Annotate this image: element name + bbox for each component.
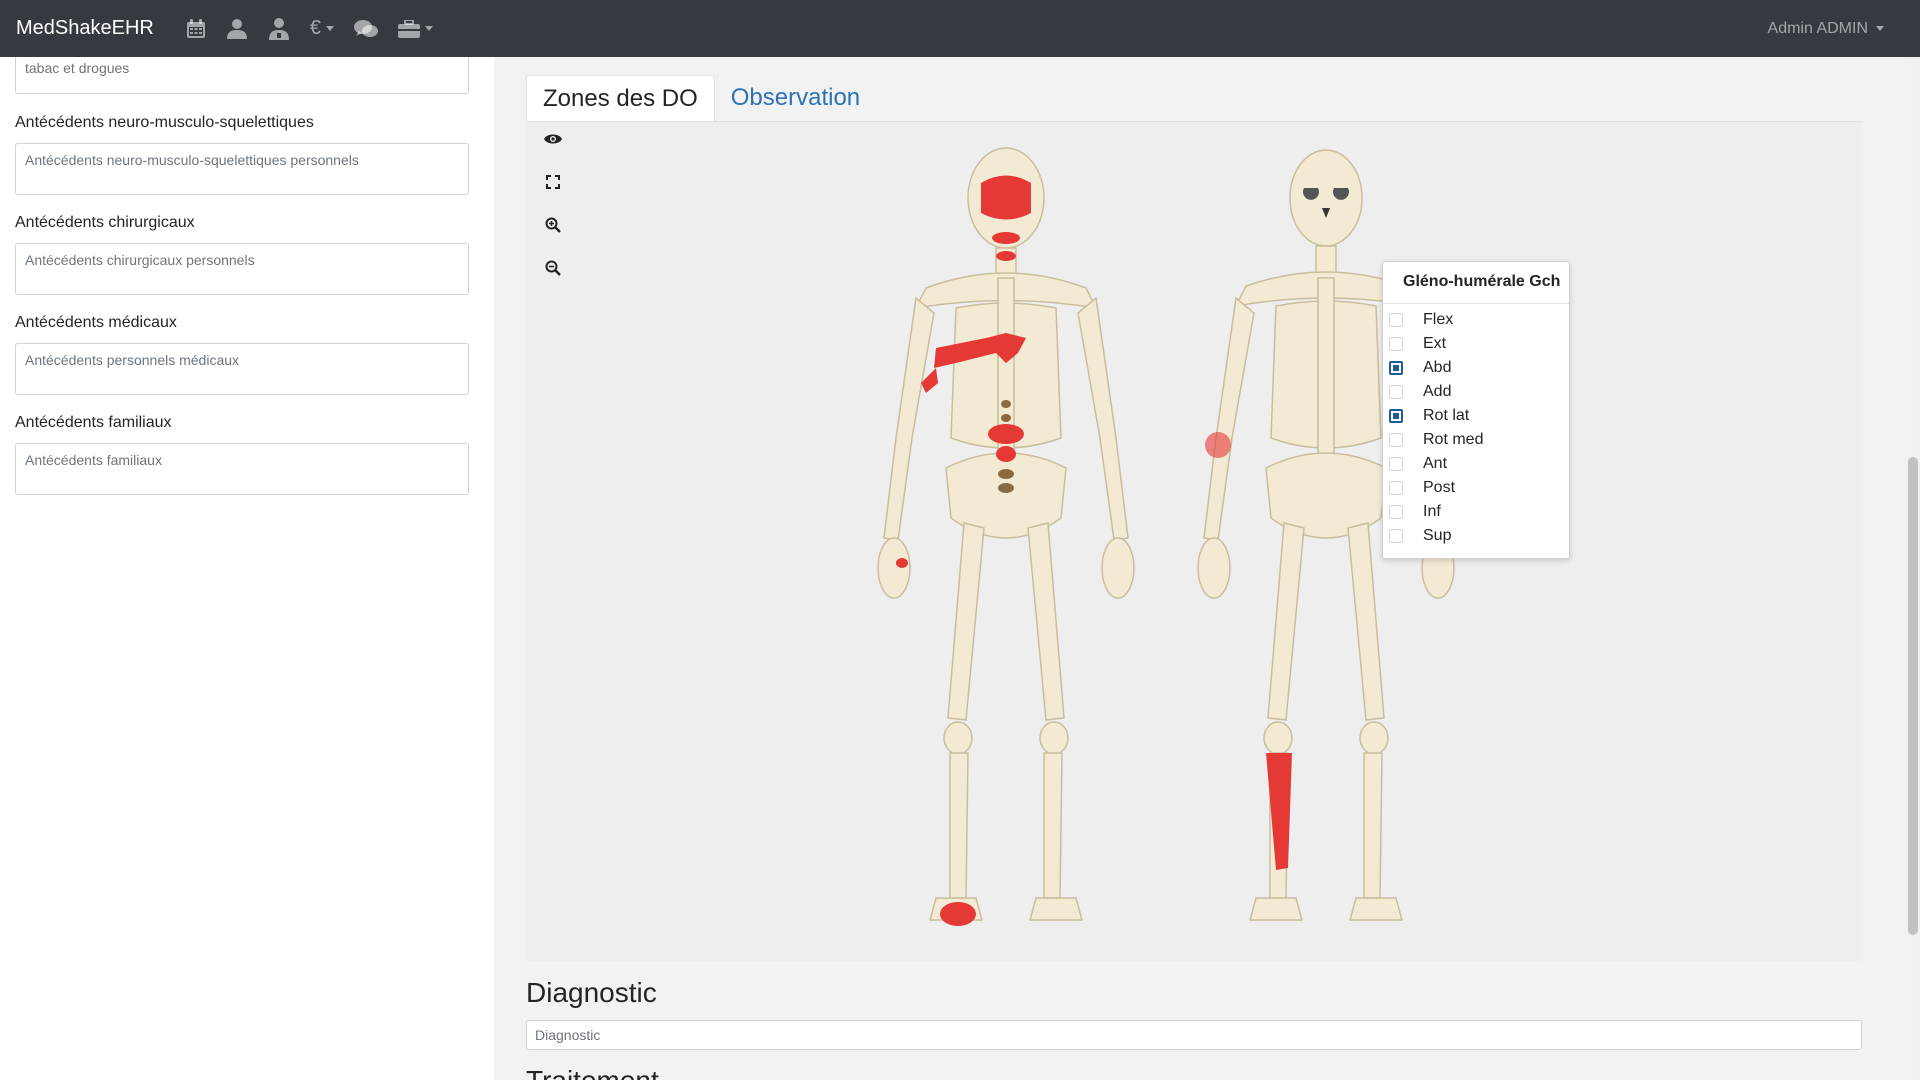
toolbox-icon[interactable] bbox=[397, 19, 433, 38]
field-label-neuro: Antécédents neuro-musculo-squelettiques bbox=[15, 114, 314, 131]
left-form-panel: tabac et drogues Antécédents neuro-muscu… bbox=[0, 57, 494, 1080]
checkbox[interactable] bbox=[1389, 481, 1403, 495]
scrollbar-thumb[interactable] bbox=[1908, 457, 1918, 935]
chevron-down-icon bbox=[325, 26, 334, 31]
option-label: Rot med bbox=[1423, 431, 1484, 448]
chirurgicaux-placeholder: Antécédents chirurgicaux personnels bbox=[25, 252, 255, 268]
option-label: Abd bbox=[1423, 359, 1452, 376]
checkbox-checked[interactable] bbox=[1389, 409, 1403, 423]
checkbox[interactable] bbox=[1389, 385, 1403, 399]
zoom-out-icon[interactable] bbox=[542, 257, 564, 279]
checkbox[interactable] bbox=[1389, 529, 1403, 543]
checkbox[interactable] bbox=[1389, 433, 1403, 447]
familiaux-textarea[interactable]: Antécédents familiaux bbox=[15, 443, 469, 495]
option-label: Flex bbox=[1423, 311, 1454, 328]
option-label: Sup bbox=[1423, 527, 1452, 544]
joint-movement-popup: Gléno-humérale Gch Flex Ext Abd Add Rot … bbox=[1382, 261, 1570, 559]
main-content: Zones des DO Observation Gléno-humérale … bbox=[494, 57, 1906, 1080]
zoom-in-icon[interactable] bbox=[542, 214, 564, 236]
top-navbar: MedShakeEHR € Admin ADMIN bbox=[0, 0, 1920, 57]
euro-symbol: € bbox=[309, 17, 321, 39]
neuro-textarea[interactable]: Antécédents neuro-musculo-squelettiques … bbox=[15, 143, 469, 195]
option-label: Add bbox=[1423, 383, 1452, 400]
familiaux-placeholder: Antécédents familiaux bbox=[25, 452, 162, 468]
medicaux-textarea[interactable]: Antécédents personnels médicaux bbox=[15, 343, 469, 395]
diagnostic-title: Diagnostic bbox=[526, 977, 657, 1008]
field-label-medicaux: Antécédents médicaux bbox=[15, 314, 177, 331]
popup-title: Gléno-humérale Gch bbox=[1383, 262, 1569, 304]
checkbox[interactable] bbox=[1389, 313, 1403, 327]
option-ant[interactable]: Ant bbox=[1389, 453, 1447, 475]
chirurgicaux-textarea[interactable]: Antécédents chirurgicaux personnels bbox=[15, 243, 469, 295]
option-add[interactable]: Add bbox=[1389, 381, 1451, 403]
brand-link[interactable]: MedShakeEHR bbox=[16, 17, 154, 40]
option-label: Inf bbox=[1423, 503, 1441, 520]
option-label: Ant bbox=[1423, 455, 1448, 472]
checkbox-checked[interactable] bbox=[1389, 361, 1403, 375]
calendar-icon[interactable] bbox=[186, 18, 206, 39]
body-diagram-panel: Gléno-humérale Gch Flex Ext Abd Add Rot … bbox=[526, 121, 1862, 961]
option-rot-med[interactable]: Rot med bbox=[1389, 429, 1483, 451]
euro-icon[interactable]: € bbox=[310, 17, 334, 40]
fullscreen-icon[interactable] bbox=[542, 171, 564, 193]
user-icon[interactable] bbox=[226, 18, 248, 39]
checkbox[interactable] bbox=[1389, 457, 1403, 471]
page-scrollbar[interactable] bbox=[1906, 57, 1920, 1080]
tab-bar: Zones des DO Observation bbox=[526, 75, 876, 121]
field-label-chirurgicaux: Antécédents chirurgicaux bbox=[15, 214, 195, 231]
option-ext[interactable]: Ext bbox=[1389, 333, 1446, 355]
checkbox[interactable] bbox=[1389, 337, 1403, 351]
doctor-icon[interactable] bbox=[268, 17, 290, 40]
option-label: Rot lat bbox=[1423, 407, 1470, 424]
user-name: Admin ADMIN bbox=[1767, 19, 1868, 37]
chevron-down-icon bbox=[1876, 26, 1884, 31]
user-menu[interactable]: Admin ADMIN bbox=[1768, 0, 1884, 57]
option-abd[interactable]: Abd bbox=[1389, 357, 1451, 379]
checkbox[interactable] bbox=[1389, 505, 1403, 519]
option-rot-lat[interactable]: Rot lat bbox=[1389, 405, 1469, 427]
option-post[interactable]: Post bbox=[1389, 477, 1455, 499]
option-label: Post bbox=[1423, 479, 1456, 496]
option-flex[interactable]: Flex bbox=[1389, 309, 1453, 331]
tab-zones-des-do[interactable]: Zones des DO bbox=[526, 75, 715, 121]
diagnostic-input[interactable]: Diagnostic bbox=[526, 1020, 1862, 1050]
tabac-textarea[interactable]: tabac et drogues bbox=[15, 57, 469, 94]
traitement-title: Traitement bbox=[526, 1065, 659, 1080]
option-label: Ext bbox=[1423, 335, 1447, 352]
medicaux-placeholder: Antécédents personnels médicaux bbox=[25, 352, 240, 368]
tabac-textarea-value: tabac et drogues bbox=[25, 60, 130, 76]
tab-observation[interactable]: Observation bbox=[715, 75, 876, 121]
eye-icon[interactable] bbox=[542, 128, 564, 150]
diagnostic-placeholder: Diagnostic bbox=[535, 1027, 601, 1043]
neuro-placeholder: Antécédents neuro-musculo-squelettiques … bbox=[25, 152, 359, 168]
option-sup[interactable]: Sup bbox=[1389, 525, 1451, 547]
chevron-down-icon bbox=[424, 26, 433, 31]
chat-icon[interactable] bbox=[353, 19, 378, 39]
field-label-familiaux: Antécédents familiaux bbox=[15, 414, 172, 431]
option-inf[interactable]: Inf bbox=[1389, 501, 1441, 523]
skeleton-posterior[interactable] bbox=[846, 138, 1166, 938]
